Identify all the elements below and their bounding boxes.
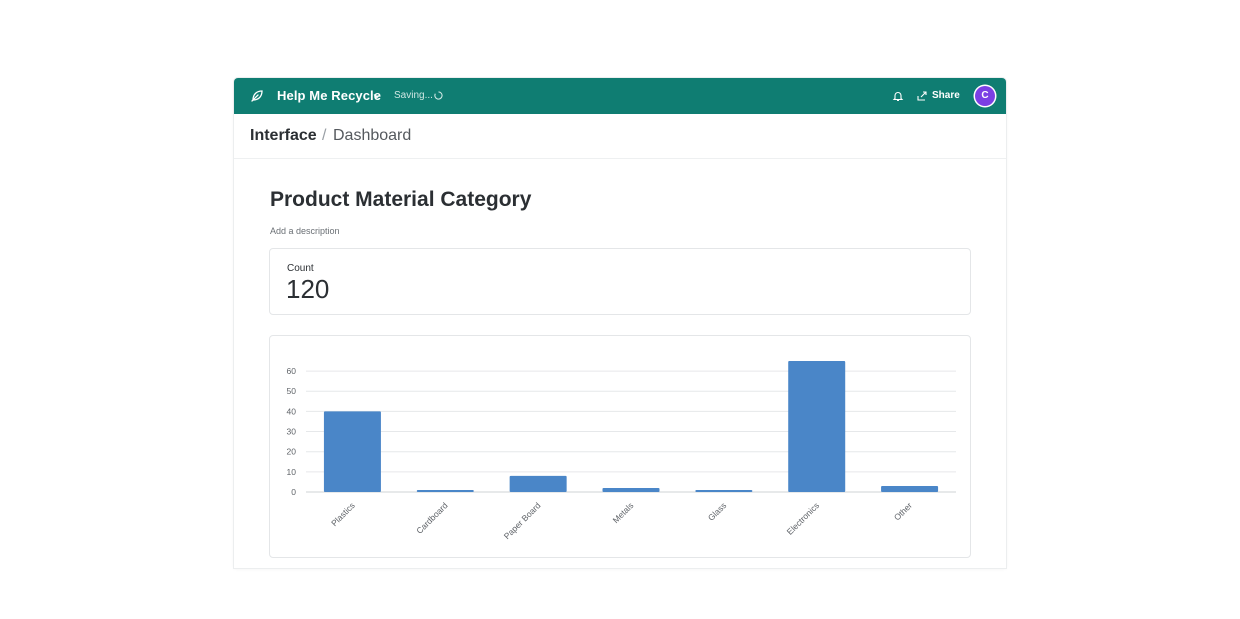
description-input[interactable]: Add a description [270,226,340,236]
bar-glass[interactable] [695,489,753,492]
count-value: 120 [286,274,330,304]
saving-status: Saving... [394,90,433,101]
y-tick-label: 40 [287,406,297,416]
bar-chart-card[interactable]: 0 10 20 30 40 50 60 Plastics Cardboard Paper Boar… [269,335,971,558]
share-icon[interactable] [917,91,928,101]
bar-cardboard[interactable] [416,489,474,492]
spinner-icon [434,91,443,100]
bar-paper-board[interactable] [509,475,567,492]
breadcrumb-separator: / [322,127,327,144]
count-card[interactable]: Count 120 [269,248,971,315]
app-name[interactable]: Help Me Recycle [277,88,381,103]
y-tick-label: 30 [287,427,297,437]
x-category-label: Glass [706,500,728,522]
y-tick-label: 0 [291,487,296,497]
bar-chart: 0 10 20 30 40 50 60 Plastics Cardboard Paper Boar… [287,361,956,541]
bell-icon[interactable] [892,90,904,102]
bar-plastics[interactable] [323,411,381,492]
app-window: Help Me Recycle Saving... Share C Interf… [234,78,1006,568]
bar-other[interactable] [881,485,939,492]
leaf-icon[interactable] [250,89,264,103]
page-title[interactable]: Product Material Category [270,188,531,212]
count-label: Count [287,263,314,274]
top-bar: Help Me Recycle Saving... Share C [234,78,1006,114]
breadcrumb-interface[interactable]: Interface [250,127,317,145]
bar-electronics[interactable] [788,361,846,492]
x-category-label: Electronics [785,500,821,536]
x-category-label: Paper Board [502,500,543,541]
x-category-label: Other [892,500,914,522]
share-button[interactable]: Share [932,90,960,101]
bar-metals[interactable] [602,487,660,492]
x-category-label: Cardboard [414,500,450,536]
chevron-down-icon[interactable] [373,92,381,100]
breadcrumb: Interface / Dashboard [234,114,1006,159]
breadcrumb-dashboard: Dashboard [333,127,412,144]
avatar[interactable]: C [975,86,995,106]
y-tick-label: 20 [287,447,297,457]
y-tick-label: 10 [287,467,297,477]
x-category-label: Plastics [329,500,357,528]
y-tick-label: 60 [287,366,297,376]
x-category-label: Metals [611,500,636,525]
y-tick-label: 50 [287,386,297,396]
